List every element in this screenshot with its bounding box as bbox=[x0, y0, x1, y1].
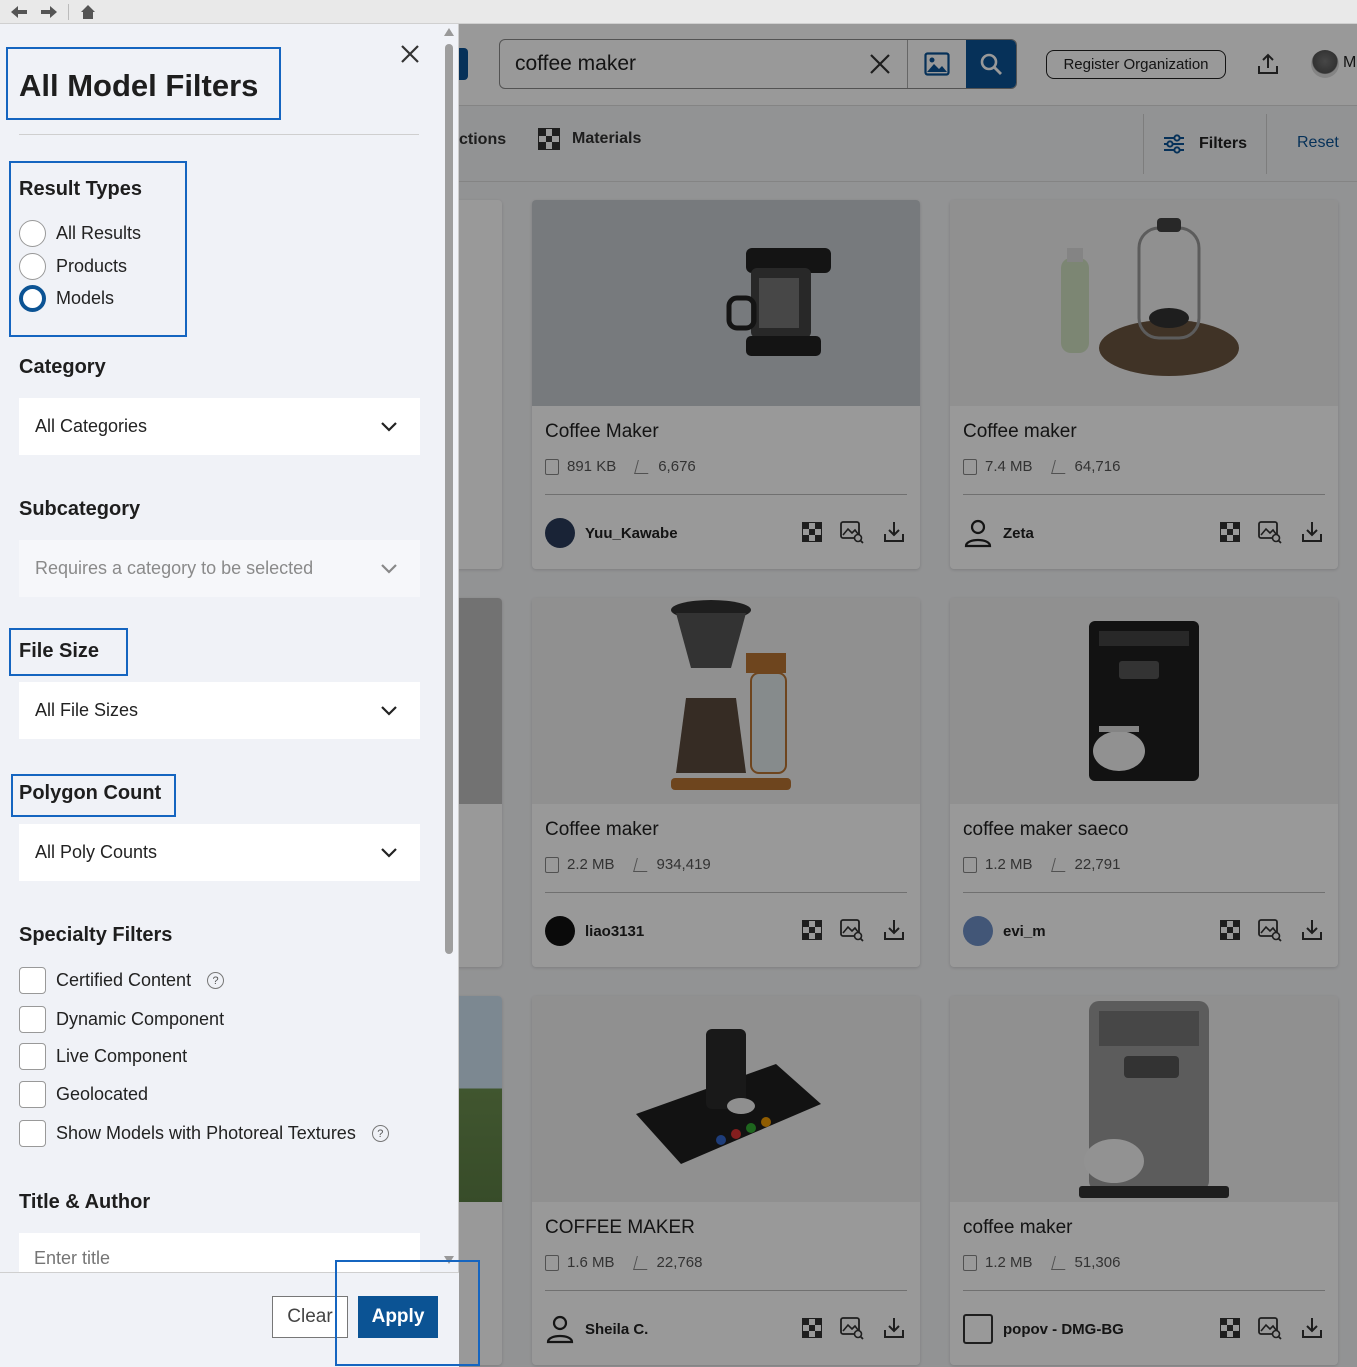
back-arrow-icon[interactable] bbox=[8, 3, 30, 21]
category-select[interactable]: All Categories bbox=[19, 398, 420, 455]
checkbox-geolocated[interactable]: Geolocated bbox=[19, 1081, 148, 1108]
scrollbar-thumb[interactable] bbox=[445, 44, 453, 954]
chevron-down-icon bbox=[381, 422, 397, 432]
checkbox-label: Certified Content bbox=[56, 970, 192, 990]
category-value: All Categories bbox=[35, 416, 148, 436]
help-icon[interactable]: ? bbox=[207, 972, 225, 989]
radio-all-results[interactable]: All Results bbox=[19, 220, 141, 247]
checkbox[interactable] bbox=[19, 1120, 46, 1147]
highlight-box bbox=[335, 1260, 480, 1366]
radio-label: Products bbox=[56, 256, 128, 276]
checkbox[interactable] bbox=[19, 967, 46, 994]
toolbar-separator bbox=[68, 3, 69, 20]
radio-models[interactable]: Models bbox=[19, 285, 114, 312]
polygon-count-label: Polygon Count bbox=[19, 782, 162, 804]
subcategory-label: Subcategory bbox=[19, 498, 141, 520]
radio-button[interactable] bbox=[19, 220, 46, 247]
result-types-label: Result Types bbox=[19, 178, 142, 200]
checkbox[interactable] bbox=[19, 1043, 46, 1070]
checkbox[interactable] bbox=[19, 1006, 46, 1033]
forward-arrow-icon[interactable] bbox=[38, 3, 60, 21]
modal-backdrop[interactable] bbox=[459, 24, 1357, 1367]
scroll-up-icon[interactable] bbox=[444, 28, 454, 36]
close-icon[interactable] bbox=[396, 40, 424, 68]
radio-button[interactable] bbox=[19, 253, 46, 280]
checkbox-live-component[interactable]: Live Component bbox=[19, 1043, 187, 1070]
polygon-count-value: All Poly Counts bbox=[35, 842, 158, 862]
subcategory-placeholder: Requires a category to be selected bbox=[35, 558, 314, 578]
panel-scrollbar[interactable] bbox=[442, 24, 456, 1272]
radio-products[interactable]: Products bbox=[19, 253, 127, 280]
title-author-label: Title & Author bbox=[19, 1191, 151, 1213]
checkbox-label: Show Models with Photoreal Textures bbox=[56, 1123, 356, 1143]
radio-label: Models bbox=[56, 288, 115, 308]
help-icon[interactable]: ? bbox=[371, 1125, 389, 1142]
specialty-filters-label: Specialty Filters bbox=[19, 924, 173, 946]
checkbox-photoreal-textures[interactable]: Show Models with Photoreal Textures ? bbox=[19, 1120, 389, 1147]
chevron-down-icon bbox=[381, 706, 397, 716]
file-size-select[interactable]: All File Sizes bbox=[19, 682, 420, 739]
chevron-down-icon bbox=[381, 848, 397, 858]
checkbox-label: Live Component bbox=[56, 1046, 188, 1066]
home-icon[interactable] bbox=[77, 3, 99, 21]
radio-button-selected[interactable] bbox=[19, 285, 46, 312]
file-size-value: All File Sizes bbox=[35, 700, 139, 720]
file-size-label: File Size bbox=[19, 640, 100, 662]
category-label: Category bbox=[19, 356, 106, 378]
polygon-count-select[interactable]: All Poly Counts bbox=[19, 824, 420, 881]
filters-panel: All Model Filters Result Types All Resul… bbox=[0, 24, 459, 1367]
browser-toolbar bbox=[0, 0, 1357, 24]
filters-scroll-area: All Model Filters Result Types All Resul… bbox=[0, 24, 440, 1272]
subcategory-select[interactable]: Requires a category to be selected bbox=[19, 540, 420, 597]
radio-label: All Results bbox=[56, 223, 142, 243]
checkbox-certified-content[interactable]: Certified Content ? bbox=[19, 967, 225, 994]
divider bbox=[19, 134, 419, 135]
checkbox-label: Dynamic Component bbox=[56, 1009, 225, 1029]
chevron-down-icon bbox=[381, 564, 397, 574]
checkbox-dynamic-component[interactable]: Dynamic Component bbox=[19, 1006, 224, 1033]
panel-title: All Model Filters bbox=[19, 68, 259, 103]
checkbox[interactable] bbox=[19, 1081, 46, 1108]
checkbox-label: Geolocated bbox=[56, 1084, 149, 1104]
